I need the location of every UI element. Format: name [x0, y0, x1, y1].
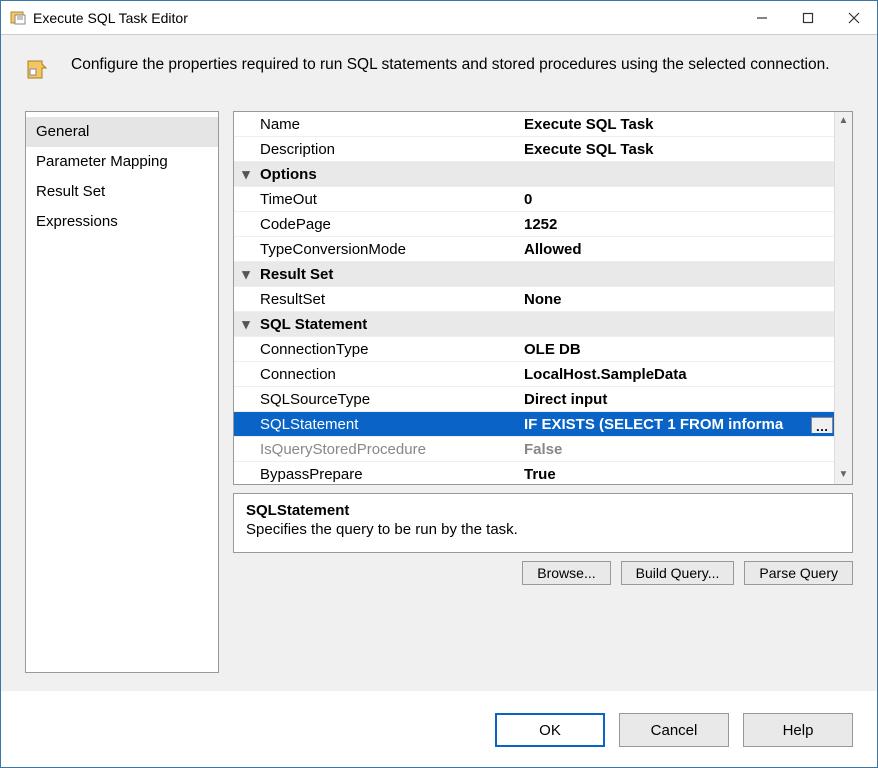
property-value[interactable]: OLE DB — [518, 341, 834, 358]
property-name: ResultSet — [258, 291, 518, 308]
property-value[interactable]: Execute SQL Task — [518, 116, 834, 133]
titlebar: Execute SQL Task Editor — [1, 1, 877, 35]
property-value[interactable]: False — [518, 441, 834, 458]
property-name: TypeConversionMode — [258, 241, 518, 258]
property-row[interactable]: DescriptionExecute SQL Task — [234, 137, 834, 162]
close-button[interactable] — [831, 1, 877, 34]
property-name: TimeOut — [258, 191, 518, 208]
chevron-down-icon[interactable]: ▾ — [234, 315, 258, 333]
property-row[interactable]: SQLStatementIF EXISTS (SELECT 1 FROM inf… — [234, 412, 834, 437]
category-row[interactable]: ▾Options — [234, 162, 834, 187]
dialog-buttons: OK Cancel Help — [1, 691, 877, 767]
property-value[interactable]: Direct input — [518, 391, 834, 408]
property-row[interactable]: TimeOut0 — [234, 187, 834, 212]
minimize-button[interactable] — [739, 1, 785, 34]
build-query-button[interactable]: Build Query... — [621, 561, 735, 585]
content-area: Configure the properties required to run… — [1, 35, 877, 691]
property-name: Name — [258, 116, 518, 133]
property-value[interactable]: None — [518, 291, 834, 308]
property-value[interactable]: Allowed — [518, 241, 834, 258]
chevron-down-icon[interactable]: ▾ — [234, 265, 258, 283]
side-item-expressions[interactable]: Expressions — [26, 207, 218, 237]
description-panel: SQLStatement Specifies the query to be r… — [233, 493, 853, 553]
header-text: Configure the properties required to run… — [71, 53, 830, 83]
task-icon — [25, 57, 51, 83]
category-label: Options — [258, 166, 518, 183]
side-panel: General Parameter Mapping Result Set Exp… — [25, 111, 219, 673]
ellipsis-button[interactable]: … — [811, 417, 833, 433]
side-item-result-set[interactable]: Result Set — [26, 177, 218, 207]
property-value[interactable]: LocalHost.SampleData — [518, 366, 834, 383]
parse-query-button[interactable]: Parse Query — [744, 561, 853, 585]
main-panel: NameExecute SQL TaskDescriptionExecute S… — [233, 111, 853, 673]
property-name: Connection — [258, 366, 518, 383]
property-row[interactable]: ConnectionLocalHost.SampleData — [234, 362, 834, 387]
property-row[interactable]: ResultSetNone — [234, 287, 834, 312]
property-value[interactable]: 0 — [518, 191, 834, 208]
property-value[interactable]: 1252 — [518, 216, 834, 233]
side-item-parameter-mapping[interactable]: Parameter Mapping — [26, 147, 218, 177]
property-value[interactable]: Execute SQL Task — [518, 141, 834, 158]
description-body: Specifies the query to be run by the tas… — [246, 521, 840, 538]
property-name: SQLStatement — [258, 416, 518, 433]
category-label: SQL Statement — [258, 316, 518, 333]
property-name: ConnectionType — [258, 341, 518, 358]
maximize-button[interactable] — [785, 1, 831, 34]
body: General Parameter Mapping Result Set Exp… — [25, 111, 853, 673]
property-value[interactable]: IF EXISTS (SELECT 1 FROM informa… — [518, 416, 834, 433]
property-row[interactable]: SQLSourceTypeDirect input — [234, 387, 834, 412]
query-buttons: Browse... Build Query... Parse Query — [233, 561, 853, 585]
property-row[interactable]: NameExecute SQL Task — [234, 112, 834, 137]
property-row[interactable]: IsQueryStoredProcedureFalse — [234, 437, 834, 462]
property-name: BypassPrepare — [258, 466, 518, 483]
help-button[interactable]: Help — [743, 713, 853, 747]
header: Configure the properties required to run… — [25, 53, 853, 83]
description-title: SQLStatement — [246, 502, 840, 519]
scroll-down-icon[interactable]: ▼ — [835, 466, 852, 484]
property-value[interactable]: True — [518, 466, 834, 483]
ok-button[interactable]: OK — [495, 713, 605, 747]
cancel-button[interactable]: Cancel — [619, 713, 729, 747]
window-controls — [739, 1, 877, 34]
property-name: SQLSourceType — [258, 391, 518, 408]
property-grid: NameExecute SQL TaskDescriptionExecute S… — [233, 111, 853, 485]
scroll-up-icon[interactable]: ▲ — [835, 112, 852, 130]
category-row[interactable]: ▾SQL Statement — [234, 312, 834, 337]
property-name: IsQueryStoredProcedure — [258, 441, 518, 458]
window-title: Execute SQL Task Editor — [33, 10, 739, 26]
property-name: CodePage — [258, 216, 518, 233]
property-row[interactable]: ConnectionTypeOLE DB — [234, 337, 834, 362]
dialog-window: Execute SQL Task Editor Configure the pr… — [0, 0, 878, 768]
chevron-down-icon[interactable]: ▾ — [234, 165, 258, 183]
side-item-general[interactable]: General — [26, 117, 218, 147]
category-row[interactable]: ▾Result Set — [234, 262, 834, 287]
category-label: Result Set — [258, 266, 518, 283]
property-name: Description — [258, 141, 518, 158]
property-row[interactable]: BypassPrepareTrue — [234, 462, 834, 484]
app-icon — [9, 9, 27, 27]
property-row[interactable]: CodePage1252 — [234, 212, 834, 237]
browse-button[interactable]: Browse... — [522, 561, 610, 585]
scrollbar[interactable]: ▲ ▼ — [834, 112, 852, 484]
property-row[interactable]: TypeConversionModeAllowed — [234, 237, 834, 262]
